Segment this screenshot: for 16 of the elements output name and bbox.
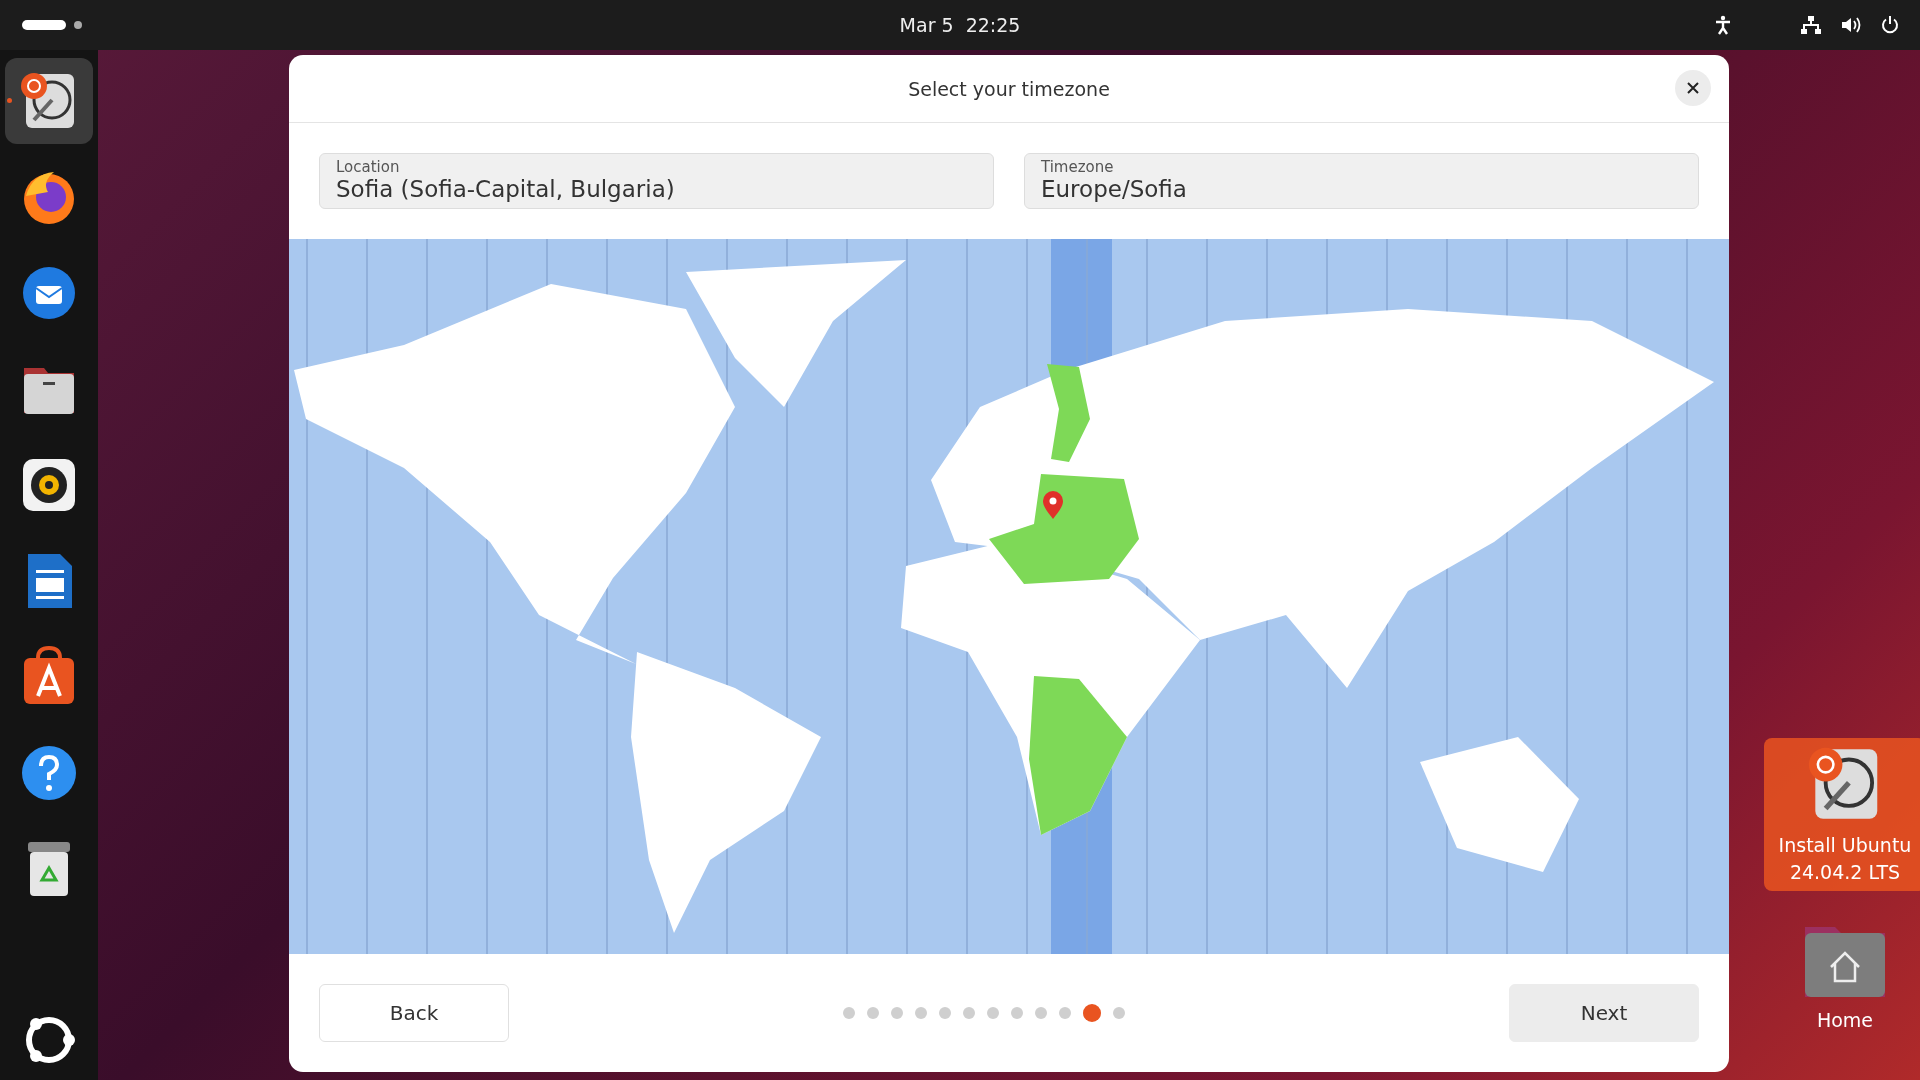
location-pin-icon (1043, 491, 1063, 519)
clock[interactable]: Mar 5 22:25 (899, 14, 1021, 36)
volume-icon[interactable] (1840, 15, 1862, 35)
dock-item[interactable] (5, 58, 93, 144)
close-button[interactable] (1675, 70, 1711, 106)
power-icon[interactable] (1880, 15, 1900, 35)
accessibility-icon[interactable] (1714, 15, 1732, 35)
dialog-title: Select your timezone (908, 77, 1110, 100)
back-button[interactable]: Back (319, 984, 509, 1042)
next-button[interactable]: Next (1509, 984, 1699, 1042)
location-field[interactable]: Location Sofia (Sofia-Capital, Bulgaria) (319, 153, 994, 209)
close-icon (1687, 82, 1699, 94)
network-icon[interactable] (1800, 15, 1822, 35)
timezone-field[interactable]: Timezone Europe/Sofia (1024, 153, 1699, 209)
desktop-icon[interactable]: Home (1764, 917, 1920, 1040)
desktop-icon[interactable]: Install Ubuntu 24.04.2 LTS (1764, 738, 1920, 892)
